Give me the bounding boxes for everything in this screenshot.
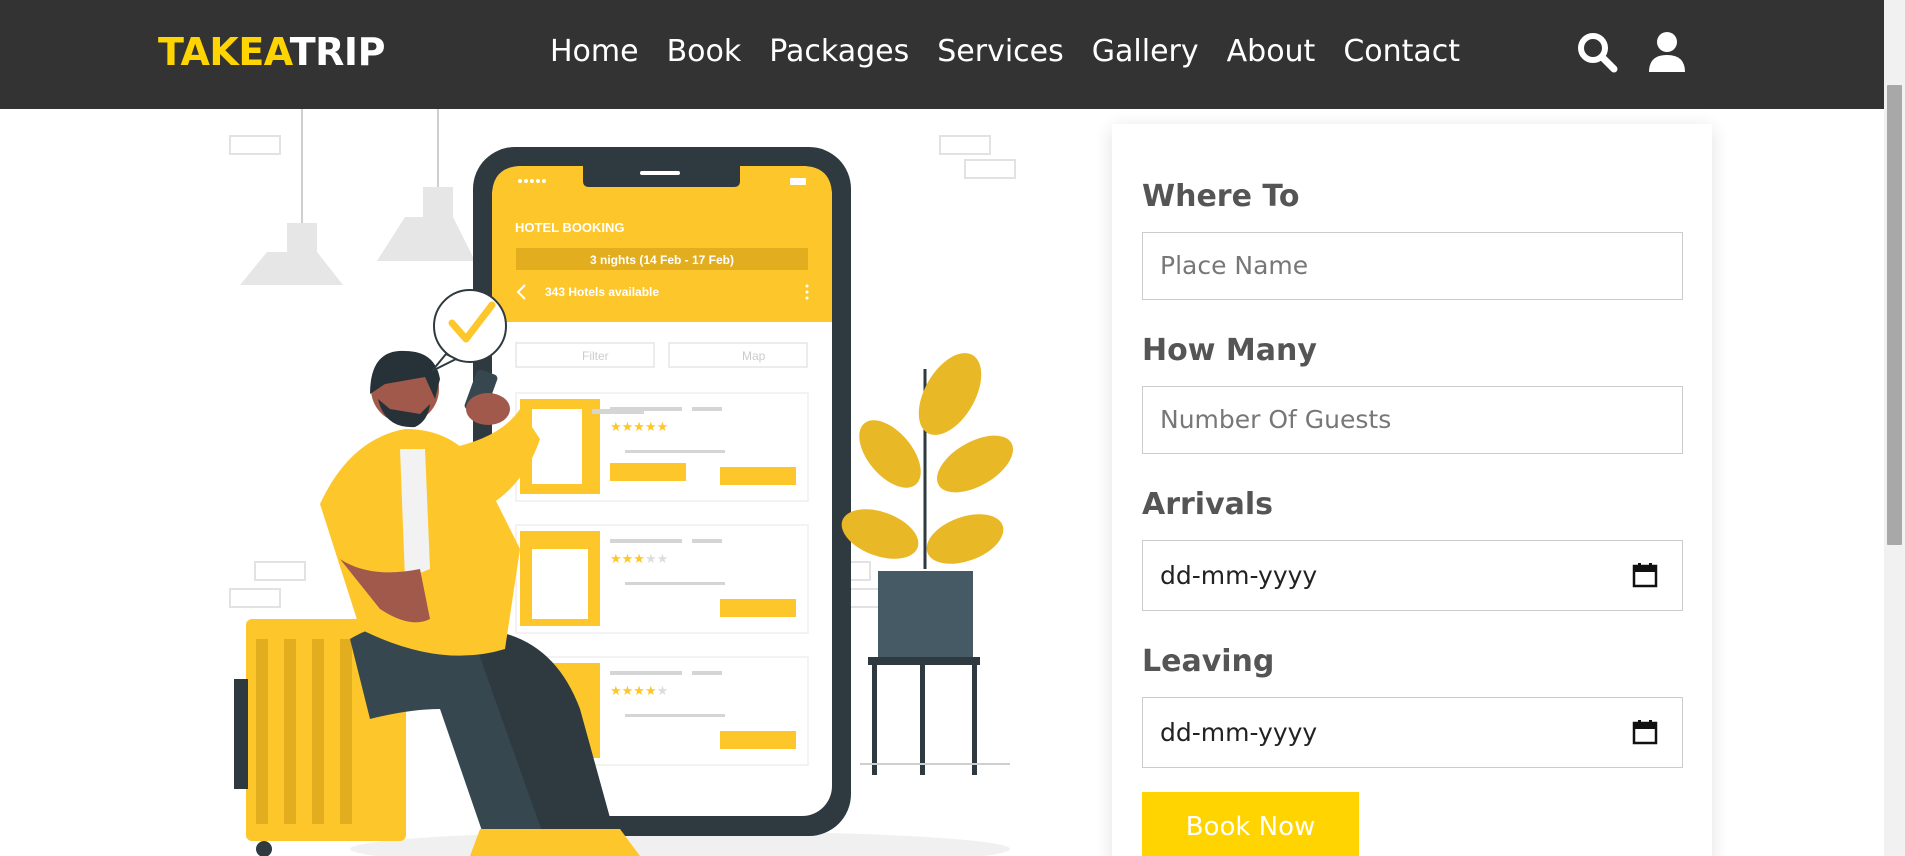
illustration-app-title: HOTEL BOOKING [515,220,625,235]
svg-text:★★★★★: ★★★★★ [610,551,668,566]
calendar-icon[interactable] [1632,719,1658,745]
svg-text:★★★★★: ★★★★★ [610,419,668,434]
page-scrollbar[interactable] [1884,0,1905,856]
page: TAKEATRIP Home Book Packages Services Ga… [0,0,1905,856]
calendar-icon[interactable] [1632,562,1658,588]
how-many-label: How Many [1142,333,1317,368]
booking-form: Where To Place Name How Many Number Of G… [1112,124,1712,856]
nav-about[interactable]: About [1227,34,1316,69]
where-to-placeholder: Place Name [1160,251,1309,280]
leaving-date-input[interactable]: dd-mm-yyyy [1142,697,1683,768]
where-to-input[interactable]: Place Name [1142,232,1683,300]
nav-services[interactable]: Services [937,34,1064,69]
site-logo[interactable]: TAKEATRIP [158,30,385,74]
where-to-label: Where To [1142,179,1300,214]
how-many-input[interactable]: Number Of Guests [1142,386,1683,454]
nav-packages[interactable]: Packages [769,34,909,69]
nav-book[interactable]: Book [667,34,742,69]
arrivals-date-value: dd-mm-yyyy [1160,561,1318,590]
illustration-available: 343 Hotels available [545,285,659,299]
logo-part-2: TRIP [289,30,386,74]
logo-part-1: TAKEA [158,30,290,74]
book-now-button[interactable]: Book Now [1142,792,1359,856]
leaving-date-value: dd-mm-yyyy [1160,718,1318,747]
nav-contact[interactable]: Contact [1343,34,1460,69]
user-icon[interactable] [1645,30,1689,74]
arrivals-label: Arrivals [1142,487,1274,522]
search-icon[interactable] [1575,30,1619,74]
main-nav: Home Book Packages Services Gallery Abou… [550,34,1460,69]
nav-home[interactable]: Home [550,34,639,69]
how-many-placeholder: Number Of Guests [1160,405,1392,434]
hero-illustration: HOTEL BOOKING 3 nights (14 Feb - 17 Feb)… [220,109,1030,856]
scrollbar-thumb[interactable] [1887,85,1902,545]
nav-gallery[interactable]: Gallery [1092,34,1199,69]
illustration-dates: 3 nights (14 Feb - 17 Feb) [590,253,734,267]
illustration-filter: Filter [582,349,609,363]
hotel-booking-illustration: HOTEL BOOKING 3 nights (14 Feb - 17 Feb)… [229,109,1016,856]
arrivals-date-input[interactable]: dd-mm-yyyy [1142,540,1683,611]
illustration-map: Map [742,349,766,363]
svg-text:★★★★★: ★★★★★ [610,683,668,698]
site-header: TAKEATRIP Home Book Packages Services Ga… [0,0,1884,109]
leaving-label: Leaving [1142,644,1275,679]
